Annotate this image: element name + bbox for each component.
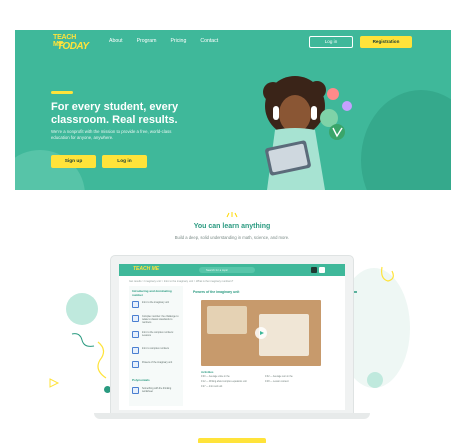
breadcrumb: Get results > Imaginary unit > Intro to … bbox=[129, 280, 234, 283]
decor-triangle bbox=[49, 378, 60, 388]
brand-logo[interactable]: TEACH ME TODAY bbox=[53, 34, 89, 52]
section-subtitle: Build a deep, solid understanding in mat… bbox=[174, 235, 290, 240]
lesson-icon bbox=[132, 387, 139, 394]
decor-curl bbox=[381, 266, 394, 282]
app-screen: TEACH ME Search for a topic Get results … bbox=[119, 264, 345, 410]
nav-link-pricing[interactable]: Pricing bbox=[170, 38, 186, 44]
laptop-base bbox=[94, 413, 370, 419]
landing-page: TEACH ME TODAY About Program Pricing Con… bbox=[0, 0, 464, 443]
activity-item[interactable]: 0:27 — Intro sub unit bbox=[201, 386, 222, 388]
hero-section: TEACH ME TODAY About Program Pricing Con… bbox=[15, 30, 451, 190]
lesson-icon bbox=[132, 315, 139, 322]
activity-item[interactable]: 0:00 — Average voice in the bbox=[201, 376, 230, 378]
sidebar-item[interactable]: Something with the thinking worksheet bbox=[132, 386, 180, 396]
nav-link-program[interactable]: Program bbox=[137, 38, 157, 44]
video-thumbnail-detail bbox=[207, 306, 247, 334]
activities-heading: Activities bbox=[201, 370, 214, 374]
app-logo[interactable]: TEACH ME bbox=[133, 266, 159, 272]
profile-icon[interactable] bbox=[319, 267, 325, 273]
activity-item[interactable]: 0:48 — Lesson content bbox=[265, 381, 289, 383]
lesson-title: Powers of the imaginary unit bbox=[193, 290, 240, 294]
section-title: You can learn anything bbox=[193, 223, 271, 230]
sidebar-item[interactable]: Intro to the complex numbers: Lessons bbox=[132, 330, 180, 340]
sparkle-icon bbox=[226, 212, 238, 218]
activity-item[interactable]: 0:32 — Average sum in the bbox=[265, 376, 293, 378]
hero-subtitle: We're a nonprofit with the mission to pr… bbox=[51, 129, 172, 140]
nav-links: About Program Pricing Contact bbox=[109, 38, 218, 44]
lesson-sidebar: Introducing and dominating number Intro … bbox=[129, 286, 183, 406]
lesson-icon bbox=[132, 361, 139, 368]
hero-title: For every student, every classroom. Real… bbox=[51, 101, 179, 126]
logo-text-bottom: TODAY bbox=[57, 41, 89, 52]
decor-squiggle bbox=[97, 341, 107, 379]
sidebar-item[interactable]: Intro to complex numbers bbox=[132, 346, 180, 356]
decor-circle bbox=[66, 293, 98, 325]
bottom-cta-button[interactable] bbox=[198, 438, 266, 443]
hero-accent-dash bbox=[51, 91, 73, 94]
top-nav: TEACH ME TODAY About Program Pricing Con… bbox=[15, 30, 451, 54]
activity-item[interactable]: 0:12 — Writing about complex equations u… bbox=[201, 381, 247, 383]
registration-button[interactable]: Registration bbox=[360, 36, 412, 48]
sidebar-item[interactable]: Powers of the imaginary unit bbox=[132, 360, 180, 370]
app-search-placeholder: Search for a topic bbox=[206, 268, 228, 272]
nav-link-about[interactable]: About bbox=[109, 38, 123, 44]
sidebar-item-label: Intro to complex numbers bbox=[142, 347, 169, 350]
play-triangle-icon bbox=[260, 330, 264, 335]
notification-icon[interactable] bbox=[311, 267, 317, 273]
sidebar-heading: Introducing and dominating number bbox=[132, 289, 172, 297]
sidebar-heading-2: Polynomials bbox=[132, 378, 150, 382]
lesson-video[interactable] bbox=[201, 300, 321, 366]
lesson-icon bbox=[132, 347, 139, 354]
decor-circle bbox=[367, 372, 383, 388]
sidebar-item[interactable]: Intro to the imaginary unit bbox=[132, 300, 180, 310]
app-header: TEACH ME Search for a topic bbox=[119, 264, 345, 276]
hero-decor-blob bbox=[361, 90, 451, 190]
student-with-tablet-illustration bbox=[263, 76, 352, 190]
sidebar-item-label: Intro to the complex numbers: Lessons bbox=[142, 331, 174, 338]
nav-login-button[interactable]: Log in bbox=[309, 36, 353, 48]
sidebar-item-label: Powers of the imaginary unit bbox=[142, 361, 173, 364]
hero-login-button[interactable]: Log in bbox=[102, 155, 147, 168]
laptop-mockup: TEACH ME Search for a topic Get results … bbox=[110, 255, 354, 415]
sidebar-item-label: Something with the thinking worksheet bbox=[142, 387, 172, 394]
sidebar-item-label: Complex number: the challenge to relate … bbox=[142, 315, 179, 325]
sidebar-item-label: Intro to the imaginary unit bbox=[142, 301, 169, 304]
signup-button[interactable]: Sign up bbox=[51, 155, 96, 168]
lesson-icon bbox=[132, 331, 139, 338]
sidebar-item[interactable]: Complex number: the challenge to relate … bbox=[132, 314, 180, 324]
nav-link-contact[interactable]: Contact bbox=[200, 38, 218, 44]
lesson-icon bbox=[132, 301, 139, 308]
